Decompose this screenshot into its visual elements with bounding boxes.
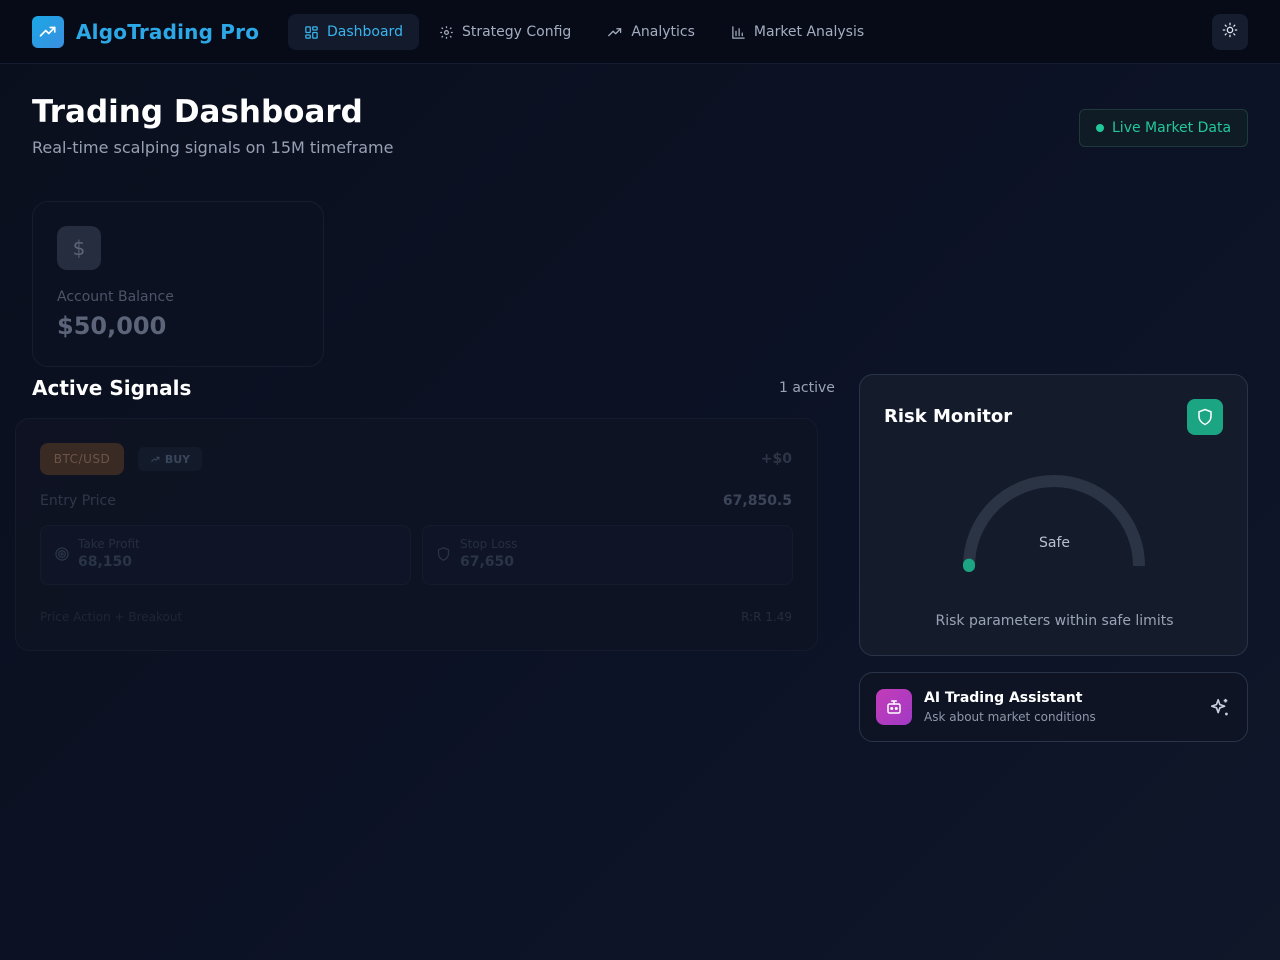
gear-icon — [439, 25, 454, 40]
page-subtitle: Real-time scalping signals on 15M timefr… — [32, 138, 394, 157]
trending-up-icon — [32, 16, 64, 48]
dollar-icon: $ — [57, 226, 101, 270]
signal-card[interactable]: BTC/USD BUY +$0 Entry Price 67,850.5 Tak… — [15, 418, 818, 651]
sun-icon — [1222, 22, 1238, 42]
ai-assistant-card[interactable]: AI Trading Assistant Ask about market co… — [859, 672, 1248, 742]
nav-item-dashboard[interactable]: Dashboard — [288, 14, 419, 50]
side-badge: BUY — [138, 447, 202, 471]
risk-monitor-card: Risk Monitor Safe Risk parameters within… — [859, 374, 1248, 656]
bar-chart-icon — [731, 25, 746, 40]
signal-strategy: Price Action + Breakout — [40, 610, 183, 624]
risk-status: Safe — [1038, 535, 1070, 551]
stop-loss-box: Stop Loss 67,650 — [422, 525, 793, 585]
theme-toggle-button[interactable] — [1212, 14, 1248, 50]
page-title: Trading Dashboard — [32, 94, 363, 130]
take-profit-value: 68,150 — [78, 554, 133, 570]
nav-label: Market Analysis — [753, 24, 865, 40]
account-balance-card: $ Account Balance $50,000 — [32, 201, 324, 367]
take-profit-label: Take Profit — [78, 537, 140, 551]
live-badge-label: Live Market Data — [1112, 120, 1232, 136]
balance-value: $50,000 — [57, 312, 167, 340]
sparkles-icon[interactable] — [1209, 697, 1231, 723]
risk-gauge-track — [963, 475, 1145, 567]
stop-loss-value: 67,650 — [460, 554, 515, 570]
take-profit-box: Take Profit 68,150 — [40, 525, 411, 585]
live-market-data-badge: Live Market Data — [1079, 109, 1248, 147]
nav-label: Strategy Config — [461, 24, 572, 40]
nav-item-strategy-config[interactable]: Strategy Config — [423, 14, 587, 50]
shield-icon — [1187, 399, 1223, 435]
app-name: AlgoTrading Pro — [76, 20, 260, 44]
top-navigation-bar: AlgoTrading Pro Dashboard Strategy Confi… — [0, 0, 1280, 64]
target-icon — [54, 546, 70, 566]
entry-price-label: Entry Price — [40, 493, 116, 509]
trending-up-icon — [151, 456, 160, 462]
entry-price-value: 67,850.5 — [722, 493, 792, 509]
side-label: BUY — [164, 452, 191, 466]
trending-up-icon — [607, 25, 623, 40]
dashboard-grid-icon — [304, 25, 319, 40]
main-nav: Dashboard Strategy Config Analytics Mark… — [288, 14, 884, 50]
brand[interactable]: AlgoTrading Pro — [32, 16, 259, 48]
risk-reward-ratio: R:R 1.49 — [741, 610, 792, 624]
active-signals-count: 1 active — [779, 380, 835, 396]
risk-note: Risk parameters within safe limits — [935, 613, 1174, 629]
shield-icon — [436, 546, 451, 566]
signal-pnl: +$0 — [760, 451, 792, 467]
ai-assistant-subtitle: Ask about market conditions — [924, 710, 1096, 724]
balance-label: Account Balance — [57, 289, 174, 305]
risk-monitor-title: Risk Monitor — [884, 406, 1013, 427]
nav-item-market-analysis[interactable]: Market Analysis — [715, 14, 880, 50]
nav-label: Dashboard — [327, 24, 403, 40]
active-signals-title: Active Signals — [32, 376, 192, 400]
nav-item-analytics[interactable]: Analytics — [591, 14, 711, 50]
nav-label: Analytics — [631, 24, 695, 40]
stop-loss-label: Stop Loss — [460, 537, 518, 551]
bot-icon — [876, 689, 912, 725]
risk-gauge — [963, 475, 1145, 572]
live-status-dot — [1096, 124, 1104, 132]
pair-badge: BTC/USD — [40, 443, 124, 475]
ai-assistant-title: AI Trading Assistant — [924, 690, 1083, 706]
